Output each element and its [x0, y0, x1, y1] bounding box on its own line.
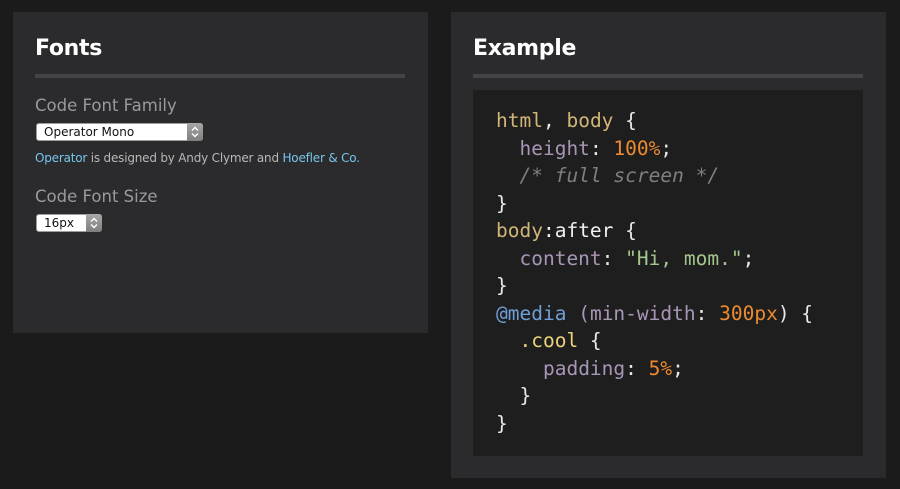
code-line: html, body {: [496, 109, 637, 132]
code-punct: ;: [742, 246, 755, 270]
code-selector: body: [496, 219, 543, 242]
code-brace: {: [613, 219, 637, 242]
code-line: }: [496, 274, 508, 297]
code-font-family-value: Operator Mono: [44, 125, 135, 139]
code-punct: :: [601, 246, 626, 270]
code-comment: /* full screen */: [519, 164, 720, 187]
code-number: 5%: [648, 356, 673, 380]
select-arrows-icon: [187, 123, 203, 141]
code-line: }: [496, 384, 531, 407]
code-property: padding: [542, 356, 626, 380]
code-line: height: 100%;: [496, 137, 672, 160]
font-credit: Operator is designed by Andy Clymer and …: [35, 151, 360, 165]
code-punct: :: [695, 301, 720, 325]
example-divider: [473, 74, 863, 78]
select-arrows-icon: [86, 214, 102, 232]
code-line: .cool {: [496, 329, 602, 352]
code-punct: :: [625, 356, 649, 380]
code-pseudo: :after: [542, 219, 614, 242]
code-brace: {: [578, 329, 602, 352]
code-font-family-select[interactable]: Operator Mono: [36, 123, 203, 141]
code-brace: }: [519, 384, 532, 407]
code-font-size-select[interactable]: 16px: [36, 214, 102, 232]
code-selector: html: [496, 109, 543, 132]
code-brace: }: [496, 191, 508, 215]
fonts-divider: [35, 74, 405, 78]
code-line: /* full screen */: [496, 164, 719, 187]
code-punct: ,: [542, 109, 555, 132]
code-line: }: [496, 412, 508, 435]
fonts-panel: Fonts Code Font Family Operator Mono Ope…: [13, 12, 428, 333]
code-number: 300px: [719, 301, 778, 325]
hoefler-link[interactable]: Hoefler & Co.: [282, 151, 360, 165]
code-line: @media (min-width: 300px) {: [496, 302, 813, 325]
code-line: content: "Hi, mom.";: [496, 247, 754, 270]
code-brace: {: [789, 301, 814, 325]
credit-text: is designed by Andy Clymer and: [87, 151, 283, 165]
code-punct: :: [589, 136, 614, 160]
code-brace: {: [613, 109, 637, 132]
code-number: 100%: [613, 136, 661, 160]
code-property: height: [519, 136, 590, 160]
code-font-family-label: Code Font Family: [35, 96, 177, 115]
example-panel: Example html, body { height: 100%; /* fu…: [451, 12, 886, 478]
code-font-size-label: Code Font Size: [35, 187, 158, 206]
code-line: padding: 5%;: [496, 357, 684, 380]
code-brace: }: [496, 411, 508, 435]
code-sample: html, body { height: 100%; /* full scree…: [496, 107, 813, 437]
code-line: body:after {: [496, 219, 637, 242]
code-class-selector: .cool: [519, 329, 579, 352]
code-punct: ;: [672, 356, 684, 380]
code-punct: ): [777, 301, 790, 325]
code-at-rule: @media: [496, 301, 567, 325]
code-line: }: [496, 192, 508, 215]
code-selector: body: [554, 109, 614, 132]
code-property: content: [519, 246, 602, 270]
operator-link[interactable]: Operator: [35, 151, 87, 165]
code-string: "Hi, mom.": [625, 246, 743, 270]
fonts-title: Fonts: [35, 36, 103, 61]
code-example-box: html, body { height: 100%; /* full scree…: [473, 90, 863, 456]
code-punct: ;: [660, 136, 673, 160]
code-brace: }: [496, 274, 508, 297]
example-title: Example: [473, 36, 577, 61]
code-font-size-value: 16px: [44, 216, 74, 230]
code-punct: (: [578, 301, 590, 325]
code-property: min-width: [589, 301, 696, 325]
